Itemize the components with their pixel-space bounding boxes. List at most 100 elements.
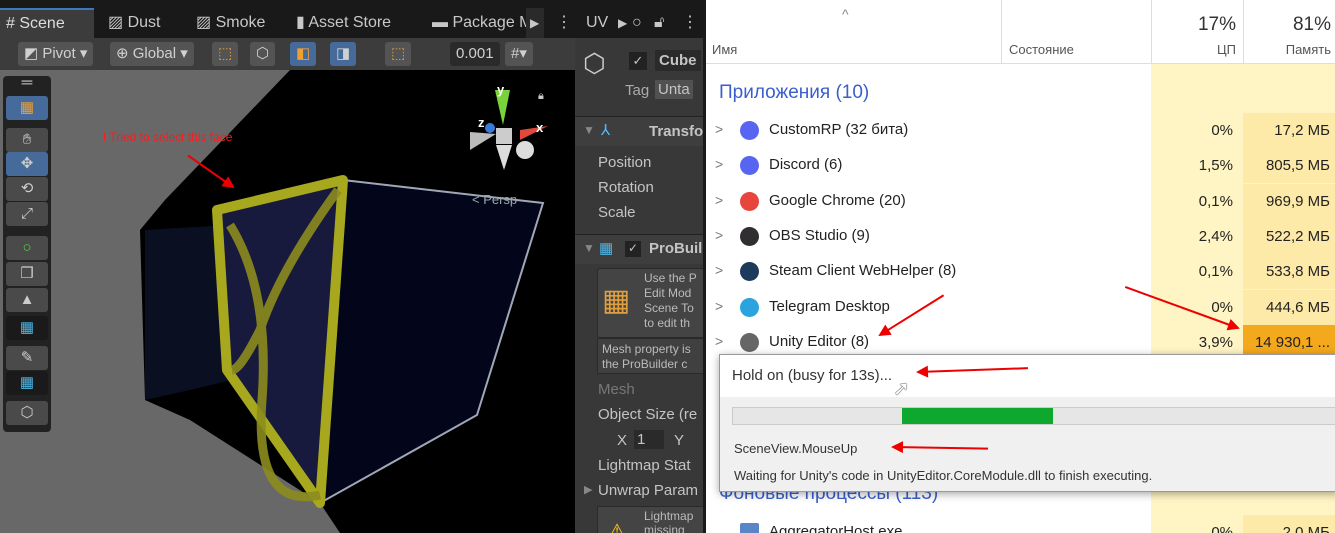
- poly-shape-tool[interactable]: ▲: [6, 288, 48, 312]
- face-mode-button[interactable]: ◧: [290, 42, 317, 66]
- probuilder-edit-tool[interactable]: ▦: [6, 316, 48, 340]
- app-icon: [740, 523, 759, 533]
- active-checkbox[interactable]: ✓: [629, 52, 647, 70]
- scene-toolbar: ◩ Pivot ▾ ⊕ Global ▾ ⬚ ⬡ ◧ ◨ ⬚ 0.001 #▾: [0, 38, 575, 70]
- move-tool[interactable]: ✥: [6, 152, 48, 176]
- process-name: Google Chrome (20): [769, 191, 906, 209]
- tab-scene[interactable]: # Scene: [0, 8, 94, 38]
- globe-icon: ⊕: [116, 45, 133, 62]
- process-memory: 444,6 МБ: [1243, 289, 1335, 325]
- lock-icon[interactable]: 🔓︎: [648, 8, 664, 38]
- sort-chevron-icon[interactable]: ^: [842, 6, 849, 22]
- package-icon: ▬: [432, 14, 453, 31]
- flame-icon: ▨: [196, 14, 216, 31]
- mesh-note-line: Mesh property is: [602, 342, 691, 356]
- object-name-input[interactable]: Cube: [655, 50, 701, 71]
- column-name[interactable]: Имя: [712, 42, 737, 57]
- probuilder-header[interactable]: ▼ ▦ ✓ ProBuil: [575, 234, 703, 264]
- selection-button[interactable]: ⬚: [385, 42, 412, 66]
- expand-chevron-icon[interactable]: >: [715, 262, 723, 278]
- expand-chevron-icon[interactable]: >: [715, 156, 723, 172]
- transform-header[interactable]: ▼ ⅄ Transfo: [575, 116, 703, 146]
- process-row[interactable]: > Discord (6) 1,5% 805,5 МБ: [706, 148, 1335, 184]
- vertex-mode-button[interactable]: ⬚: [212, 42, 239, 66]
- tab-smoke[interactable]: ▨ Smoke: [190, 8, 265, 38]
- help-line: Scene To: [644, 301, 694, 315]
- tab-uv[interactable]: UV: [580, 8, 608, 38]
- axis-x-label[interactable]: x: [536, 120, 543, 135]
- steam-icon: [740, 262, 759, 282]
- tabs-overflow-arrow[interactable]: ▶: [526, 8, 544, 38]
- probuilder-edit-tool-2[interactable]: ▦: [6, 371, 48, 395]
- grid-snap-dropdown[interactable]: #▾: [505, 42, 533, 66]
- edit-mode-icon: ▦: [602, 284, 631, 317]
- size-y-label: Y: [674, 432, 685, 449]
- telegram-icon: [740, 297, 759, 317]
- expand-chevron-icon[interactable]: >: [715, 121, 723, 137]
- pivot-dropdown[interactable]: ◩ Pivot ▾: [18, 42, 94, 66]
- process-row[interactable]: > Telegram Desktop 0% 444,6 МБ: [706, 289, 1335, 325]
- expand-icon[interactable]: ▶: [584, 483, 592, 496]
- process-row[interactable]: > Google Chrome (20) 0,1% 969,9 МБ: [706, 183, 1335, 219]
- global-dropdown[interactable]: ⊕ Global ▾: [110, 42, 194, 66]
- flame-icon: ▨: [108, 14, 128, 31]
- obs-icon: [740, 226, 759, 246]
- probuilder-enabled-checkbox[interactable]: ✓: [625, 241, 641, 257]
- inspector-panel: ⬡ ✓ Cube Tag Unta ▼ ⅄ Transfo Position R…: [575, 38, 703, 533]
- persp-label[interactable]: < Persp: [472, 192, 517, 207]
- circle-icon[interactable]: ○: [626, 8, 642, 38]
- scale-tool[interactable]: ⤢: [6, 202, 48, 226]
- transform-icon: ⅄: [601, 122, 611, 139]
- expand-chevron-icon[interactable]: >: [715, 333, 723, 349]
- process-memory: 533,8 МБ: [1243, 254, 1335, 290]
- discord-icon: [740, 121, 759, 140]
- pivot-tool[interactable]: ○: [6, 236, 48, 260]
- tab-dust[interactable]: ▨ Dust: [102, 8, 160, 38]
- object-mode-button[interactable]: ⬡: [250, 42, 276, 66]
- axis-z-label[interactable]: z: [478, 115, 485, 130]
- column-cpu[interactable]: ЦП: [1151, 42, 1236, 57]
- edge-mode-button[interactable]: ◨: [330, 42, 357, 66]
- tag-label: Tag: [625, 82, 650, 99]
- scene-viewport[interactable]: [0, 70, 575, 533]
- hand-tool[interactable]: ✋︎: [6, 128, 48, 152]
- expand-chevron-icon[interactable]: >: [715, 192, 723, 208]
- snap-value-input[interactable]: 0.001: [450, 42, 500, 66]
- process-cpu: 0,1%: [1151, 254, 1243, 290]
- tag-dropdown[interactable]: Unta: [655, 80, 693, 99]
- process-cpu: 0%: [1151, 113, 1243, 148]
- process-row[interactable]: > Steam Client WebHelper (8) 0,1% 533,8 …: [706, 254, 1335, 290]
- process-row[interactable]: AggregatorHost.exe 0% 2,0 МБ: [706, 515, 1335, 533]
- tab-asset-store[interactable]: ▮ Asset Store: [290, 8, 391, 38]
- process-row[interactable]: > CustomRP (32 бита) 0% 17,2 МБ: [706, 113, 1335, 148]
- bag-icon: ▮: [296, 14, 309, 31]
- cube-tool[interactable]: ❒: [6, 262, 48, 286]
- expand-chevron-icon[interactable]: >: [715, 298, 723, 314]
- help-line: Edit Mod: [644, 286, 692, 300]
- warning-line: missing: [644, 523, 685, 533]
- process-row[interactable]: > OBS Studio (9) 2,4% 522,2 МБ: [706, 218, 1335, 254]
- more-menu-icon[interactable]: ⋮: [550, 8, 572, 38]
- mesh-label: Mesh: [598, 381, 635, 398]
- process-memory: 522,2 МБ: [1243, 218, 1335, 254]
- process-name: Discord (6): [769, 156, 843, 174]
- drag-handle-icon[interactable]: ═: [6, 75, 48, 90]
- size-x-input[interactable]: 1: [634, 430, 664, 449]
- process-name: Steam Client WebHelper (8): [769, 262, 957, 280]
- unwrap-params-foldout[interactable]: Unwrap Param: [598, 482, 698, 499]
- lightmap-warning-box: ⚠ Lightmap missing: [597, 506, 703, 533]
- more-menu-icon[interactable]: ⋮: [676, 8, 698, 38]
- probuilder-tool[interactable]: ▦: [6, 96, 48, 120]
- column-status[interactable]: Состояние: [1009, 42, 1074, 57]
- tabs-overflow-arrow[interactable]: ▶: [612, 8, 627, 38]
- rotate-tool[interactable]: ⟲: [6, 177, 48, 201]
- column-memory[interactable]: Память: [1243, 42, 1331, 57]
- axis-y-label[interactable]: y: [497, 82, 504, 97]
- lock-icon[interactable]: 🔒︎: [538, 90, 544, 103]
- draw-tool[interactable]: ✎: [6, 346, 48, 370]
- dialog-task: SceneView.MouseUp: [734, 441, 858, 456]
- cube-edit-tool[interactable]: ⬡: [6, 401, 48, 425]
- object-size-label: Object Size (re: [598, 406, 698, 423]
- tab-package-manager[interactable]: ▬ Package M: [426, 8, 526, 38]
- expand-chevron-icon[interactable]: >: [715, 227, 723, 243]
